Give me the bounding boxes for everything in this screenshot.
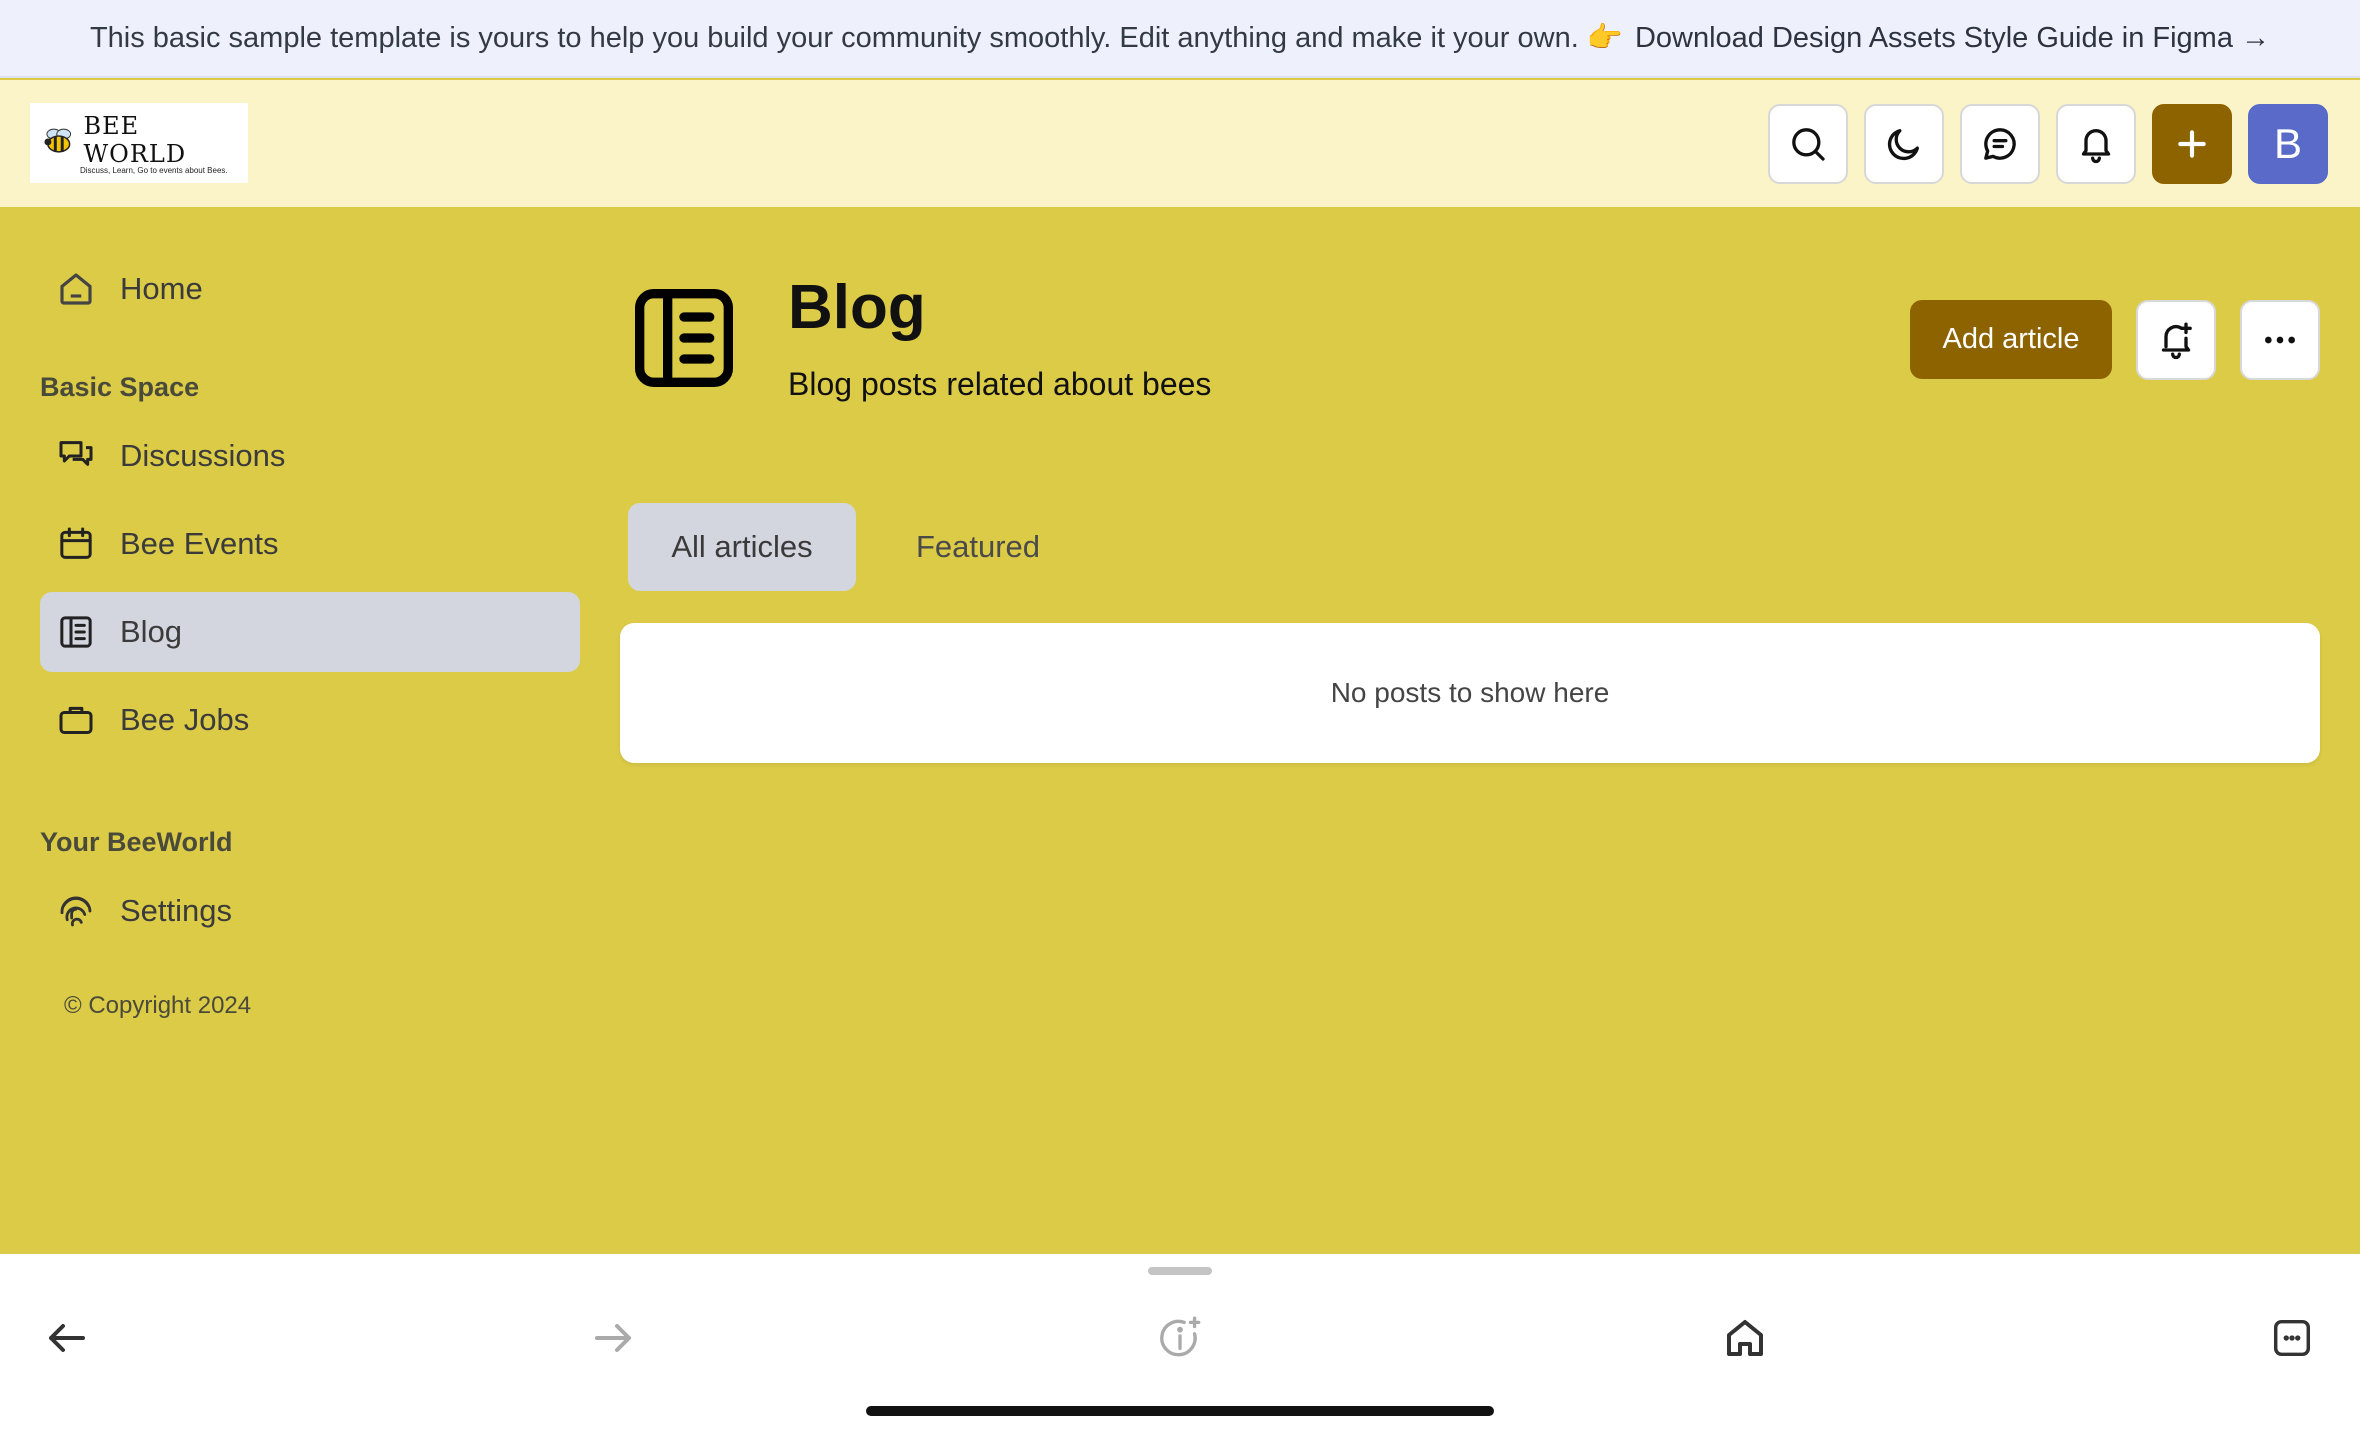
home-indicator — [866, 1406, 1494, 1416]
bell-plus-icon — [2161, 322, 2192, 360]
calendar-icon — [54, 522, 98, 566]
banner-text: This basic sample template is yours to h… — [89, 22, 1623, 54]
announcement-banner: This basic sample template is yours to h… — [0, 0, 2360, 78]
sidebar-item-label: Blog — [120, 614, 183, 649]
tabs-button[interactable] — [2262, 1308, 2322, 1368]
figma-link[interactable]: Download Design Assets Style Guide in Fi… — [1635, 22, 2270, 55]
page-title: Blog — [788, 273, 926, 342]
sidebar-item-blog[interactable]: Blog — [40, 592, 580, 672]
bee-world-logo[interactable]: BEE WORLD Discuss, Learn, Go to events a… — [30, 103, 248, 183]
moon-icon — [1887, 129, 1919, 161]
toolbar-grabber[interactable] — [1148, 1267, 1212, 1275]
dark-mode-button[interactable] — [1864, 104, 1944, 184]
fingerprint-icon — [54, 889, 98, 933]
blog-icon — [54, 610, 98, 654]
sidebar-item-label: Bee Jobs — [120, 702, 250, 737]
arrow-right-icon — [595, 1324, 631, 1352]
add-article-button[interactable]: Add article — [1910, 300, 2112, 379]
user-avatar[interactable]: B — [2248, 104, 2328, 184]
notifications-button[interactable] — [2056, 104, 2136, 184]
top-header: BEE WORLD Discuss, Learn, Go to events a… — [0, 80, 2360, 207]
copyright-text: © Copyright 2024 — [64, 992, 252, 1019]
browser-toolbar — [0, 1254, 2360, 1431]
home-button[interactable] — [1715, 1308, 1775, 1368]
logo-tagline: Discuss, Learn, Go to events about Bees. — [80, 165, 228, 175]
empty-state-message: No posts to show here — [1330, 677, 1610, 708]
info-sparkle-icon — [1160, 1316, 1201, 1357]
arrow-left-icon — [49, 1324, 85, 1352]
forward-button[interactable] — [583, 1308, 643, 1368]
search-button[interactable] — [1768, 104, 1848, 184]
sidebar-item-label: Home — [120, 271, 203, 306]
briefcase-icon — [54, 698, 98, 742]
tab-featured[interactable]: Featured — [886, 503, 1070, 591]
page-info-button[interactable] — [1150, 1308, 1210, 1368]
tab-all-articles[interactable]: All articles — [628, 503, 856, 591]
back-button[interactable] — [37, 1308, 97, 1368]
sidebar-item-bee-events[interactable]: Bee Events — [40, 504, 580, 584]
avatar-letter: B — [2273, 120, 2302, 167]
sidebar-item-label: Discussions — [120, 438, 286, 473]
sidebar-item-home[interactable]: Home — [40, 249, 580, 329]
sidebar-item-settings[interactable]: Settings — [40, 871, 580, 951]
ellipsis-icon — [2265, 336, 2295, 344]
message-icon — [1984, 128, 2016, 160]
section-basic-space: Basic Space — [40, 372, 200, 402]
sidebar-item-label: Bee Events — [120, 526, 279, 561]
page-description: Blog posts related about bees — [788, 366, 1212, 402]
logo-title: BEE WORLD — [83, 111, 187, 168]
home-icon — [1727, 1320, 1763, 1356]
more-options-button[interactable] — [2240, 300, 2320, 380]
tabs-icon — [2273, 1319, 2311, 1357]
bell-icon — [2081, 129, 2111, 164]
plus-icon — [2178, 130, 2206, 158]
search-icon — [1792, 128, 1825, 161]
sidebar-item-bee-jobs[interactable]: Bee Jobs — [40, 680, 580, 760]
posts-list: No posts to show here — [620, 623, 2320, 763]
create-button[interactable] — [2152, 104, 2232, 184]
subscribe-notifications-button[interactable] — [2136, 300, 2216, 380]
chat-bubbles-icon — [54, 434, 98, 478]
messages-button[interactable] — [1960, 104, 2040, 184]
section-your-beeworld: Your BeeWorld — [40, 827, 233, 857]
blog-icon — [635, 289, 733, 388]
sidebar-item-label: Settings — [120, 893, 233, 928]
home-icon — [54, 267, 98, 311]
sidebar-item-discussions[interactable]: Discussions — [40, 416, 580, 496]
bee-icon — [44, 128, 72, 153]
